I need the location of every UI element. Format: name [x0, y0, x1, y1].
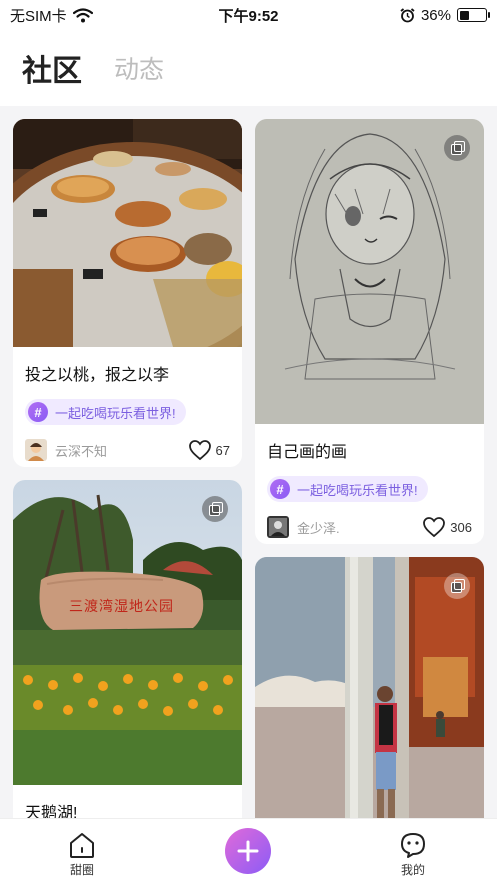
multi-image-icon — [444, 573, 470, 599]
post-image-park-sign[interactable]: 三渡湾湿地公园 — [13, 480, 242, 785]
battery-percent: 36% — [420, 6, 451, 24]
profile-icon — [401, 833, 425, 858]
post-footer: 云深不知 67 — [13, 439, 242, 461]
author[interactable]: 金少泽. — [267, 516, 340, 538]
like-button[interactable]: 67 — [188, 439, 230, 461]
bottom-nav: 甜圈 我的 — [0, 818, 497, 883]
topic-label: 一起吃喝玩乐看世界! — [297, 482, 418, 498]
avatar[interactable] — [267, 516, 289, 538]
post-image-pizza-buffet[interactable] — [13, 119, 242, 347]
status-bar: 无SIM卡 下午9:52 36% — [0, 0, 497, 30]
post-card[interactable]: 三渡湾湿地公园 天鹅湖! — [13, 480, 242, 818]
battery-fill — [459, 10, 469, 20]
carrier-label: 无SIM卡 — [10, 7, 67, 25]
status-left: 无SIM卡 — [10, 5, 93, 26]
battery-icon — [457, 8, 490, 22]
post-image-temple-portrait[interactable] — [255, 557, 484, 818]
wifi-icon — [72, 7, 93, 22]
post-card[interactable]: 自己画的画 # 一起吃喝玩乐看世界! 金少泽. 306 — [255, 119, 484, 544]
post-footer: 金少泽. 306 — [255, 516, 484, 538]
author-name: 云深不知 — [55, 443, 108, 459]
author[interactable]: 云深不知 — [25, 439, 107, 461]
post-image-anime-sketch[interactable] — [255, 119, 484, 424]
park-rock-sign-photo — [13, 480, 242, 785]
status-right: 36% — [400, 6, 490, 24]
post-title[interactable]: 天鹅湖! — [13, 785, 242, 818]
topic-tag[interactable]: # 一起吃喝玩乐看世界! — [267, 476, 428, 502]
tab-community[interactable]: 社区 — [22, 46, 82, 90]
post-title[interactable]: 投之以桃，报之以李 — [13, 347, 242, 385]
nav-profile[interactable]: 我的 — [383, 831, 443, 878]
nav-profile-label: 我的 — [400, 863, 425, 877]
park-sign-caption: 三渡湾湿地公园 — [69, 599, 174, 615]
author-name: 金少泽. — [297, 520, 340, 536]
home-icon — [70, 833, 94, 858]
heart-icon — [423, 517, 446, 538]
like-count: 306 — [450, 519, 472, 535]
feed[interactable]: 投之以桃，报之以李 # 一起吃喝玩乐看世界! 云深不知 67 自己画的画 # 一… — [0, 106, 497, 818]
heart-icon — [188, 440, 211, 461]
post-title[interactable]: 自己画的画 — [255, 424, 484, 462]
pizza-buffet-photo — [13, 119, 242, 347]
anime-sketch-photo — [255, 119, 484, 424]
header: 社区 动态 — [0, 30, 497, 106]
nav-home[interactable]: 甜圈 — [52, 831, 112, 878]
post-card[interactable]: 投之以桃，报之以李 # 一起吃喝玩乐看世界! 云深不知 67 — [13, 119, 242, 467]
tab-activity[interactable]: 动态 — [114, 50, 164, 86]
hashtag-icon: # — [270, 479, 290, 499]
like-button[interactable]: 306 — [422, 516, 472, 538]
add-post-button[interactable] — [225, 828, 271, 874]
plus-icon — [237, 840, 259, 862]
post-card[interactable] — [255, 557, 484, 818]
like-count: 67 — [215, 442, 230, 458]
multi-image-icon — [202, 496, 228, 522]
multi-image-icon — [444, 135, 470, 161]
topic-label: 一起吃喝玩乐看世界! — [55, 405, 176, 421]
nav-home-label: 甜圈 — [69, 863, 94, 877]
avatar[interactable] — [25, 439, 47, 461]
alarm-clock-icon — [400, 7, 415, 22]
topic-tag[interactable]: # 一起吃喝玩乐看世界! — [25, 399, 186, 425]
hashtag-icon: # — [28, 402, 48, 422]
